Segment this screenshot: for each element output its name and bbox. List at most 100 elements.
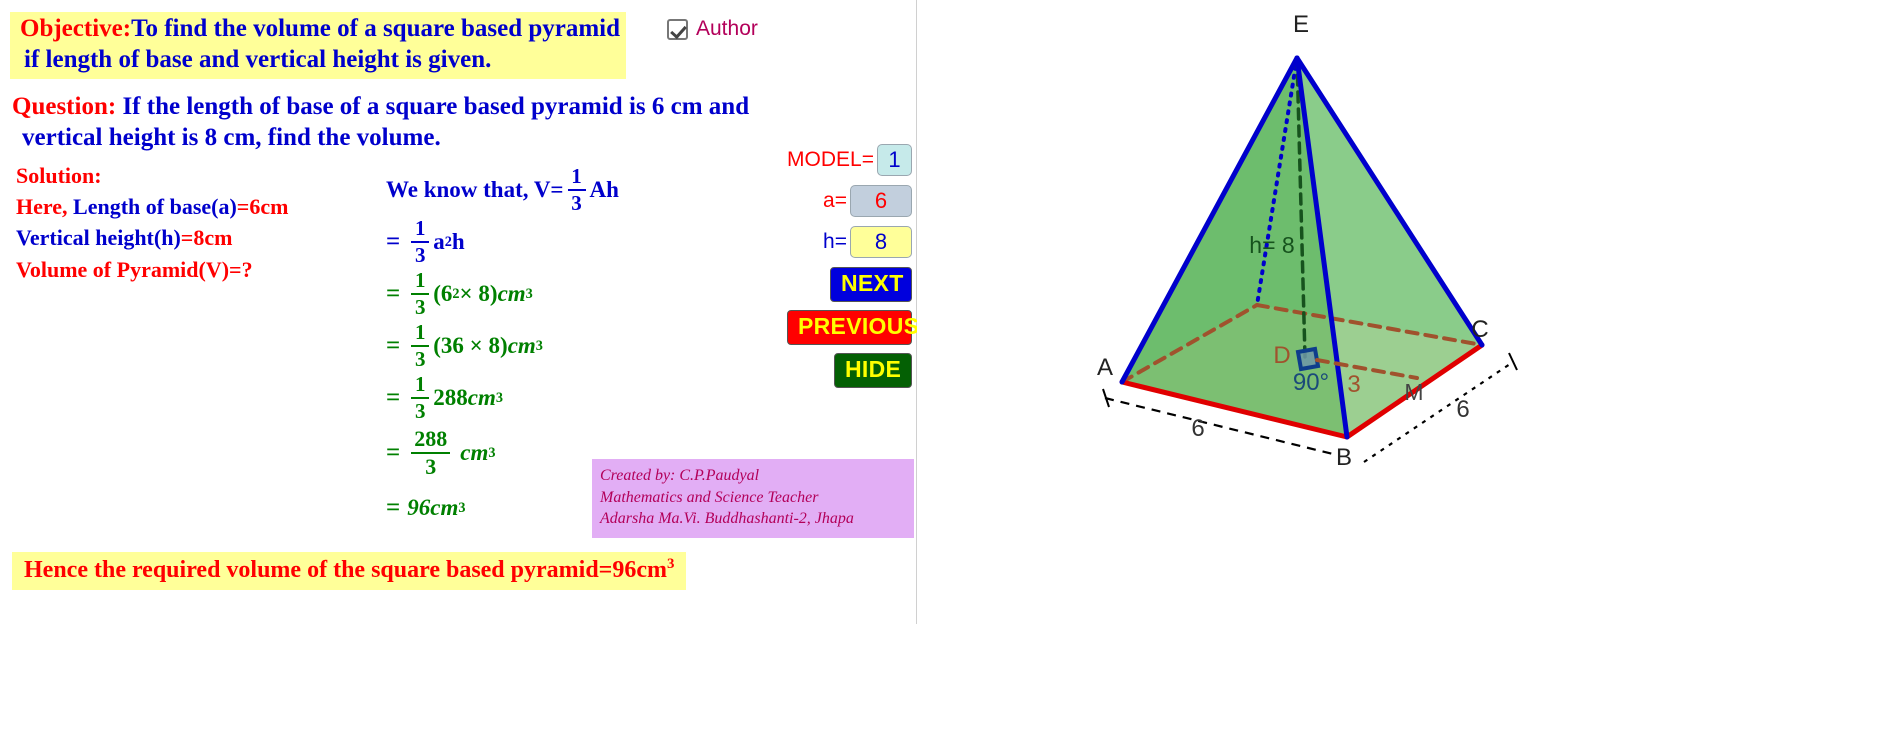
derivation-intro-row: We know that, V= 1 3 Ah <box>386 164 619 216</box>
model-input[interactable]: 1 <box>877 144 912 176</box>
created-by-line3: Adarsha Ma.Vi. Buddhashanti-2, Jhapa <box>600 510 854 528</box>
vertex-label-C: C <box>1471 316 1488 343</box>
step-expression: 96 <box>407 495 431 520</box>
fraction-denominator: 3 <box>415 243 426 268</box>
base-front-label: 6 <box>1191 415 1204 442</box>
equals-sign: = <box>386 228 401 255</box>
h-label: h= <box>823 230 847 253</box>
vertex-label-D: D <box>1273 342 1290 369</box>
step-expression-2: × 8) <box>459 281 498 306</box>
hide-button[interactable]: HIDE <box>834 353 912 388</box>
solution-base-value: =6cm <box>236 194 289 220</box>
step-expression: (6 <box>433 281 453 306</box>
created-by-line1: Created by: C.P.Paudyal <box>600 467 760 484</box>
solution-unknown-row: Volume of Pyramid(V)=? <box>16 254 288 285</box>
next-button[interactable]: NEXT <box>830 267 912 302</box>
measure-tick-c <box>1508 352 1518 371</box>
vertex-label-B: B <box>1336 444 1352 471</box>
h-input[interactable]: 8 <box>850 226 912 258</box>
a-row: a= 6 <box>762 185 912 217</box>
solution-heading-row: Solution: <box>16 160 288 191</box>
base-right-label: 6 <box>1456 396 1469 423</box>
solution-height-row: Vertical height(h)=8cm <box>16 222 288 253</box>
applet-root: Objective:To find the volume of a square… <box>0 0 1888 752</box>
derivation-step-4: = 288 3 cm 3 <box>386 424 619 482</box>
step-exponent: 2 <box>444 233 452 250</box>
created-by-line2: Mathematics and Science Teacher <box>600 488 819 506</box>
equals-sign: = <box>386 494 401 521</box>
step-fraction: 1 3 <box>411 371 430 424</box>
solution-block: Solution: Here, Length of base(a)=6cm Ve… <box>16 160 288 285</box>
author-checkbox-row[interactable]: Author <box>667 17 758 41</box>
derivation-step-3: = 1 3 288 cm 3 <box>386 372 619 424</box>
step-fraction: 288 3 <box>411 425 451 480</box>
h-row: h= 8 <box>762 226 912 258</box>
derivation-step-1: = 1 3 (6 2 × 8) cm 3 <box>386 268 619 320</box>
question-text-line2: vertical height is 8 cm, find the volume… <box>22 123 441 151</box>
step-fraction: 1 3 <box>411 215 430 268</box>
step-tail: a <box>433 229 445 254</box>
conclusion-exponent: 3 <box>666 556 675 572</box>
created-by-box: Created by: C.P.Paudyal Mathematics and … <box>592 459 914 538</box>
height-label: h= 8 <box>1249 232 1294 258</box>
equals-sign: = <box>386 439 401 466</box>
objective-label: Objective: <box>20 15 132 42</box>
step-tail2: h <box>451 229 465 254</box>
right-angle-label: 90° <box>1293 369 1329 396</box>
fraction-numerator: 288 <box>414 425 448 451</box>
fraction-denominator: 3 <box>571 191 582 216</box>
fraction-numerator: 1 <box>415 215 426 240</box>
conclusion-banner: Hence the required volume of the square … <box>12 552 687 590</box>
solution-height-label: Vertical height(h) <box>16 225 181 251</box>
pyramid-figure-svg: E A B C D M h= 8 90° 3 6 6 <box>1097 11 1518 471</box>
conclusion-text: Hence the required volume of the square … <box>24 557 667 583</box>
derivation-intro-tail: Ah <box>589 177 619 202</box>
derivation-intro-fraction: 1 3 <box>567 163 586 216</box>
derivation-block: We know that, V= 1 3 Ah = 1 3 a2h = 1 3 … <box>386 164 619 534</box>
step-unit: cm <box>497 281 526 306</box>
step-unit-exponent: 3 <box>488 444 496 461</box>
step-unit: cm <box>507 333 536 358</box>
solution-unknown-line: Volume of Pyramid(V)=? <box>16 256 253 282</box>
fraction-numerator: 1 <box>415 371 426 396</box>
right-angle-marker-icon <box>1295 346 1321 372</box>
fraction-numerator: 1 <box>415 319 426 344</box>
equals-sign: = <box>386 332 401 359</box>
objective-banner: Objective:To find the volume of a square… <box>10 12 627 79</box>
solution-base-row: Here, Length of base(a)=6cm <box>16 191 288 222</box>
model-label: MODEL= <box>787 148 874 171</box>
fraction-denominator: 3 <box>415 347 426 372</box>
equals-sign: = <box>386 280 401 307</box>
fraction-denominator: 3 <box>415 399 426 424</box>
step-expression: (36 × 8) <box>433 333 508 358</box>
vertex-label-E: E <box>1293 11 1309 38</box>
derivation-step-0: = 1 3 a2h <box>386 216 619 268</box>
author-label: Author <box>696 17 758 40</box>
step-unit-exponent: 3 <box>535 337 543 354</box>
a-input[interactable]: 6 <box>850 185 912 217</box>
step-unit-exponent: 3 <box>525 285 533 302</box>
equals-sign: = <box>386 384 401 411</box>
derivation-step-5: = 96 cm 3 <box>386 482 619 534</box>
solution-here-label: Here, <box>16 194 68 220</box>
model-row: MODEL= 1 <box>762 144 912 176</box>
previous-button[interactable]: PREVIOUS <box>787 310 919 345</box>
step-unit: cm <box>430 495 459 520</box>
step-unit: cm <box>460 440 489 465</box>
solution-base-label: Length of base(a) <box>67 194 237 220</box>
step-unit-exponent: 3 <box>458 499 466 516</box>
step-fraction: 1 3 <box>411 269 430 319</box>
objective-text-line2: if length of base and vertical height is… <box>24 45 492 73</box>
a-label: a= <box>823 189 847 212</box>
checkbox-checked-icon[interactable] <box>667 18 688 40</box>
question-text-line1: If the length of base of a square based … <box>116 93 750 120</box>
derivation-step-2: = 1 3 (36 × 8) cm 3 <box>386 320 619 372</box>
fraction-numerator: 1 <box>571 163 582 188</box>
vertex-label-A: A <box>1097 354 1113 381</box>
step-unit: cm <box>467 385 496 410</box>
step-exponent: 2 <box>452 285 460 302</box>
vertex-label-M: M <box>1404 379 1423 405</box>
figure-pane[interactable]: E A B C D M h= 8 90° 3 6 6 <box>917 0 1888 752</box>
fraction-denominator: 3 <box>425 454 437 480</box>
solution-heading: Solution: <box>16 163 102 188</box>
